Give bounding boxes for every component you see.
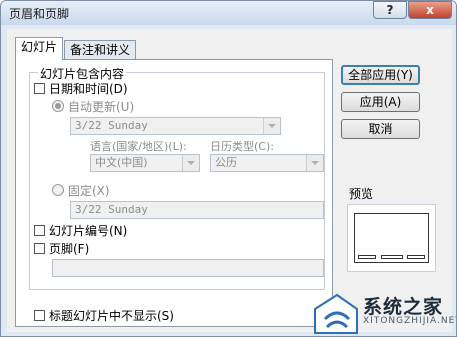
title-bar: 页眉和页脚 ? x — [1, 1, 456, 25]
preview-label: 预览 — [349, 187, 374, 201]
date-time-checkbox[interactable] — [34, 83, 45, 94]
dont-show-on-title-label[interactable]: 标题幻灯片中不显示(S) — [49, 307, 174, 324]
date-time-label[interactable]: 日期和时间(D) — [49, 80, 128, 97]
language-label: 语言(国家/地区)(L): — [90, 140, 187, 153]
fixed-date-input[interactable]: 3/22 Sunday — [70, 201, 324, 219]
language-dropdown[interactable]: 中文(中国) — [90, 154, 200, 172]
preview-number-placeholder — [407, 255, 425, 259]
cancel-button[interactable]: 取消 — [341, 119, 420, 139]
close-button[interactable]: x — [408, 1, 452, 19]
calendar-type-dropdown[interactable]: 公历 — [210, 154, 324, 172]
help-button[interactable]: ? — [373, 1, 407, 19]
slide-number-label[interactable]: 幻灯片编号(N) — [49, 222, 127, 239]
auto-update-date-dropdown[interactable]: 3/22 Sunday — [70, 117, 281, 135]
preview-date-placeholder — [358, 255, 376, 259]
footer-label[interactable]: 页脚(F) — [49, 240, 89, 257]
language-value: 中文(中国) — [95, 156, 148, 169]
preview-footer-placeholder — [381, 255, 403, 259]
slide-number-checkbox[interactable] — [34, 225, 45, 236]
footer-checkbox[interactable] — [34, 243, 45, 254]
calendar-type-value: 公历 — [215, 156, 237, 169]
calendar-type-label: 日历类型(C): — [210, 140, 274, 153]
auto-update-date-value: 3/22 Sunday — [75, 119, 148, 132]
tab-notes-handouts[interactable]: 备注和讲义 — [64, 40, 137, 60]
fixed-date-value: 3/22 Sunday — [75, 203, 148, 216]
apply-button[interactable]: 应用(A) — [341, 92, 420, 112]
tab-panel: 幻灯片包含内容 日期和时间(D) 自动更新(U) 3/22 Sunday 语言(… — [15, 59, 333, 327]
auto-update-radio[interactable] — [52, 100, 64, 112]
chevron-down-icon — [263, 118, 280, 134]
footer-input[interactable] — [52, 259, 324, 277]
watermark-text: 系统之家 — [363, 296, 444, 318]
auto-update-label[interactable]: 自动更新(U) — [68, 98, 134, 115]
dont-show-on-title-checkbox[interactable] — [34, 310, 45, 321]
dialog-window: 页眉和页脚 ? x 幻灯片 备注和讲义 幻灯片包含内容 日期和时间(D) 自动更… — [0, 0, 457, 337]
watermark-url: XITONGZHIJIA.NET — [363, 316, 457, 326]
fixed-label[interactable]: 固定(X) — [68, 182, 110, 199]
chevron-down-icon — [306, 155, 323, 171]
preview-box — [347, 204, 436, 272]
include-group: 幻灯片包含内容 日期和时间(D) 自动更新(U) 3/22 Sunday 语言(… — [29, 65, 325, 290]
preview-slide — [354, 213, 429, 263]
dialog-title: 页眉和页脚 — [9, 7, 70, 21]
tab-slides[interactable]: 幻灯片 — [15, 37, 64, 60]
apply-all-button[interactable]: 全部应用(Y) — [341, 65, 420, 85]
fixed-radio[interactable] — [52, 184, 64, 196]
chevron-down-icon — [182, 155, 199, 171]
